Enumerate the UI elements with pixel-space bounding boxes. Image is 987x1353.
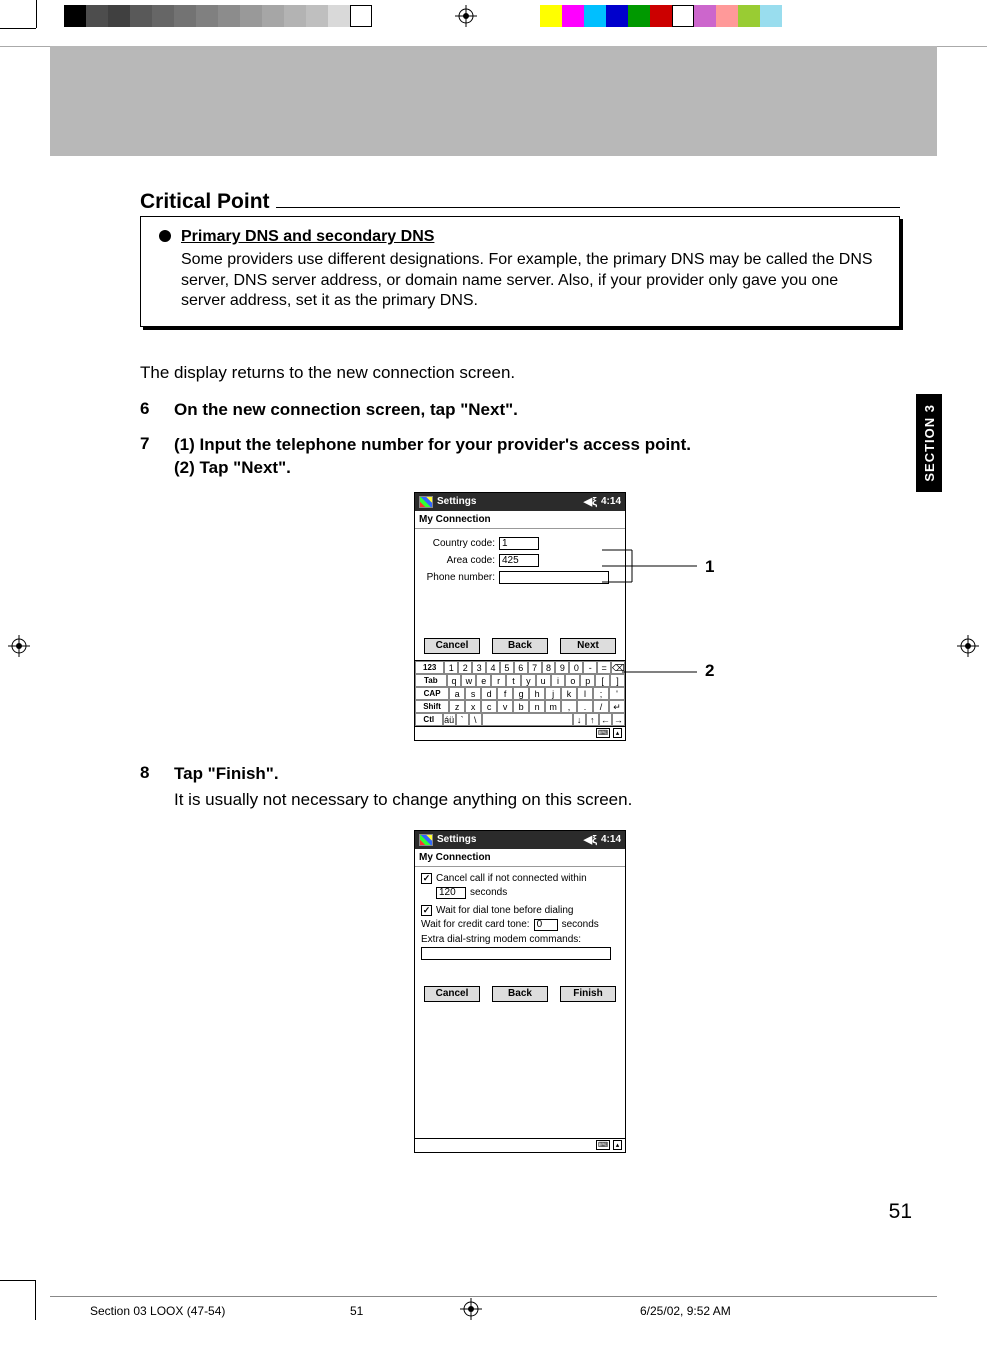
body-text-returns: The display returns to the new connectio… <box>140 362 900 385</box>
area-code-input[interactable]: 425 <box>499 554 539 567</box>
country-code-label: Country code: <box>421 538 499 549</box>
section-tab-label: SECTION 3 <box>922 404 937 482</box>
header-band <box>50 46 937 156</box>
page-content: Critical Point Primary DNS and secondary… <box>140 190 900 1175</box>
step-7-line-1: (1) Input the telephone number for your … <box>174 434 691 457</box>
ppc-button-row: Cancel Back Next <box>415 634 625 660</box>
step-number: 6 <box>140 399 174 422</box>
ppc-clock: 4:14 <box>601 496 621 507</box>
ppc-clock: 4:14 <box>601 834 621 845</box>
speaker-icon: ◀ξ <box>584 495 597 508</box>
step-number: 7 <box>140 434 174 480</box>
ppc-titlebar: Settings ◀ξ 4:14 <box>415 493 625 511</box>
extra-dial-string-label: Extra dial-string modem commands: <box>421 934 619 945</box>
callout-label-2: 2 <box>705 661 714 681</box>
up-arrow-icon[interactable]: ▴ <box>613 1140 622 1150</box>
cancel-call-checkbox[interactable]: ✓ <box>421 873 432 884</box>
ppc-blank-area <box>415 1008 625 1138</box>
area-code-label: Area code: <box>421 555 499 566</box>
section-tab: SECTION 3 <box>916 394 942 492</box>
step-6: 6 On the new connection screen, tap "Nex… <box>140 399 900 422</box>
extra-dial-string-input[interactable] <box>421 947 611 960</box>
ppc-button-row: Cancel Back Finish <box>415 982 625 1008</box>
figure-2: Settings ◀ξ 4:14 My Connection ✓ Cancel … <box>140 830 900 1153</box>
ppc-subtitle: My Connection <box>415 511 625 529</box>
start-flag-icon <box>419 496 433 508</box>
printers-color-bar-grays <box>64 5 372 27</box>
footer-doc-name: Section 03 LOOX (47-54) <box>90 1304 225 1318</box>
callout-label-1: 1 <box>705 557 714 577</box>
registration-mark-icon <box>455 5 477 27</box>
ppc-body: ✓ Cancel call if not connected within 12… <box>415 867 625 982</box>
callout-line-1 <box>602 532 712 622</box>
pocketpc-screenshot-2: Settings ◀ξ 4:14 My Connection ✓ Cancel … <box>414 830 626 1153</box>
next-button[interactable]: Next <box>560 638 616 654</box>
registration-mark-icon <box>8 635 30 657</box>
cancel-button[interactable]: Cancel <box>424 986 480 1002</box>
heading-rule <box>276 207 900 208</box>
registration-mark-icon <box>957 635 979 657</box>
wait-credit-label: Wait for credit card tone: <box>421 919 530 930</box>
ppc-titlebar: Settings ◀ξ 4:14 <box>415 831 625 849</box>
critical-point-bullet-title: Primary DNS and secondary DNS <box>181 227 881 248</box>
ppc-body: Country code: 1 Area code: 425 Phone num… <box>415 529 625 634</box>
cancel-button[interactable]: Cancel <box>424 638 480 654</box>
cancel-call-seconds-input[interactable]: 120 <box>436 887 466 899</box>
wait-dial-tone-label: Wait for dial tone before dialing <box>436 905 574 916</box>
ppc-bottom-bar: ⌨ ▴ <box>415 726 625 740</box>
phone-number-input[interactable] <box>499 571 609 584</box>
country-code-input[interactable]: 1 <box>499 537 539 550</box>
print-footer: Section 03 LOOX (47-54) 51 6/25/02, 9:52… <box>0 1302 987 1326</box>
wait-dial-tone-checkbox[interactable]: ✓ <box>421 905 432 916</box>
step-7-line-2: (2) Tap "Next". <box>174 457 691 480</box>
finish-button[interactable]: Finish <box>560 986 616 1002</box>
ppc-subtitle: My Connection <box>415 849 625 867</box>
back-button[interactable]: Back <box>492 986 548 1002</box>
keyboard-toggle-icon[interactable]: ⌨ <box>596 1140 610 1150</box>
critical-point-heading: Critical Point <box>140 190 270 214</box>
critical-point-bullet: Primary DNS and secondary DNS Some provi… <box>159 227 881 312</box>
seconds-label: seconds <box>470 887 507 898</box>
ppc-title-text: Settings <box>437 496 476 507</box>
keyboard-toggle-icon[interactable]: ⌨ <box>596 728 610 738</box>
printers-color-bar-colors <box>540 5 782 27</box>
cancel-call-label: Cancel call if not connected within <box>436 873 587 884</box>
step-7: 7 (1) Input the telephone number for you… <box>140 434 900 480</box>
step-8-title: Tap "Finish". <box>174 763 632 786</box>
step-8: 8 Tap "Finish". It is usually not necess… <box>140 763 900 810</box>
seconds-label: seconds <box>562 919 599 930</box>
step-text: (1) Input the telephone number for your … <box>174 434 691 480</box>
ppc-title-text: Settings <box>437 834 476 845</box>
ppc-bottom-bar: ⌨ ▴ <box>415 1138 625 1152</box>
callout-line-2 <box>622 662 732 682</box>
up-arrow-icon[interactable]: ▴ <box>613 728 622 738</box>
phone-number-label: Phone number: <box>421 572 499 583</box>
footer-rule <box>50 1296 937 1297</box>
step-text: On the new connection screen, tap "Next"… <box>174 399 518 422</box>
start-flag-icon <box>419 834 433 846</box>
bullet-dot-icon <box>159 230 171 242</box>
footer-page: 51 <box>350 1304 363 1318</box>
pocketpc-screenshot-1: Settings ◀ξ 4:14 My Connection Country c… <box>414 492 626 741</box>
speaker-icon: ◀ξ <box>584 833 597 846</box>
wait-credit-seconds-input[interactable]: 0 <box>534 919 558 931</box>
figure-1: Settings ◀ξ 4:14 My Connection Country c… <box>140 492 900 741</box>
step-number: 8 <box>140 763 174 810</box>
critical-point-bullet-body: Some providers use different designation… <box>181 250 881 312</box>
page-number: 51 <box>889 1200 912 1224</box>
critical-point-box: Primary DNS and secondary DNS Some provi… <box>140 216 900 327</box>
critical-point-heading-row: Critical Point <box>140 190 900 216</box>
back-button[interactable]: Back <box>492 638 548 654</box>
footer-date: 6/25/02, 9:52 AM <box>640 1304 731 1318</box>
step-8-body: It is usually not necessary to change an… <box>174 790 632 810</box>
registration-mark-icon <box>460 1298 482 1320</box>
soft-keyboard[interactable]: 1231234567890-=⌫ Tabqwertyuiop[] CAPasdf… <box>415 660 625 726</box>
